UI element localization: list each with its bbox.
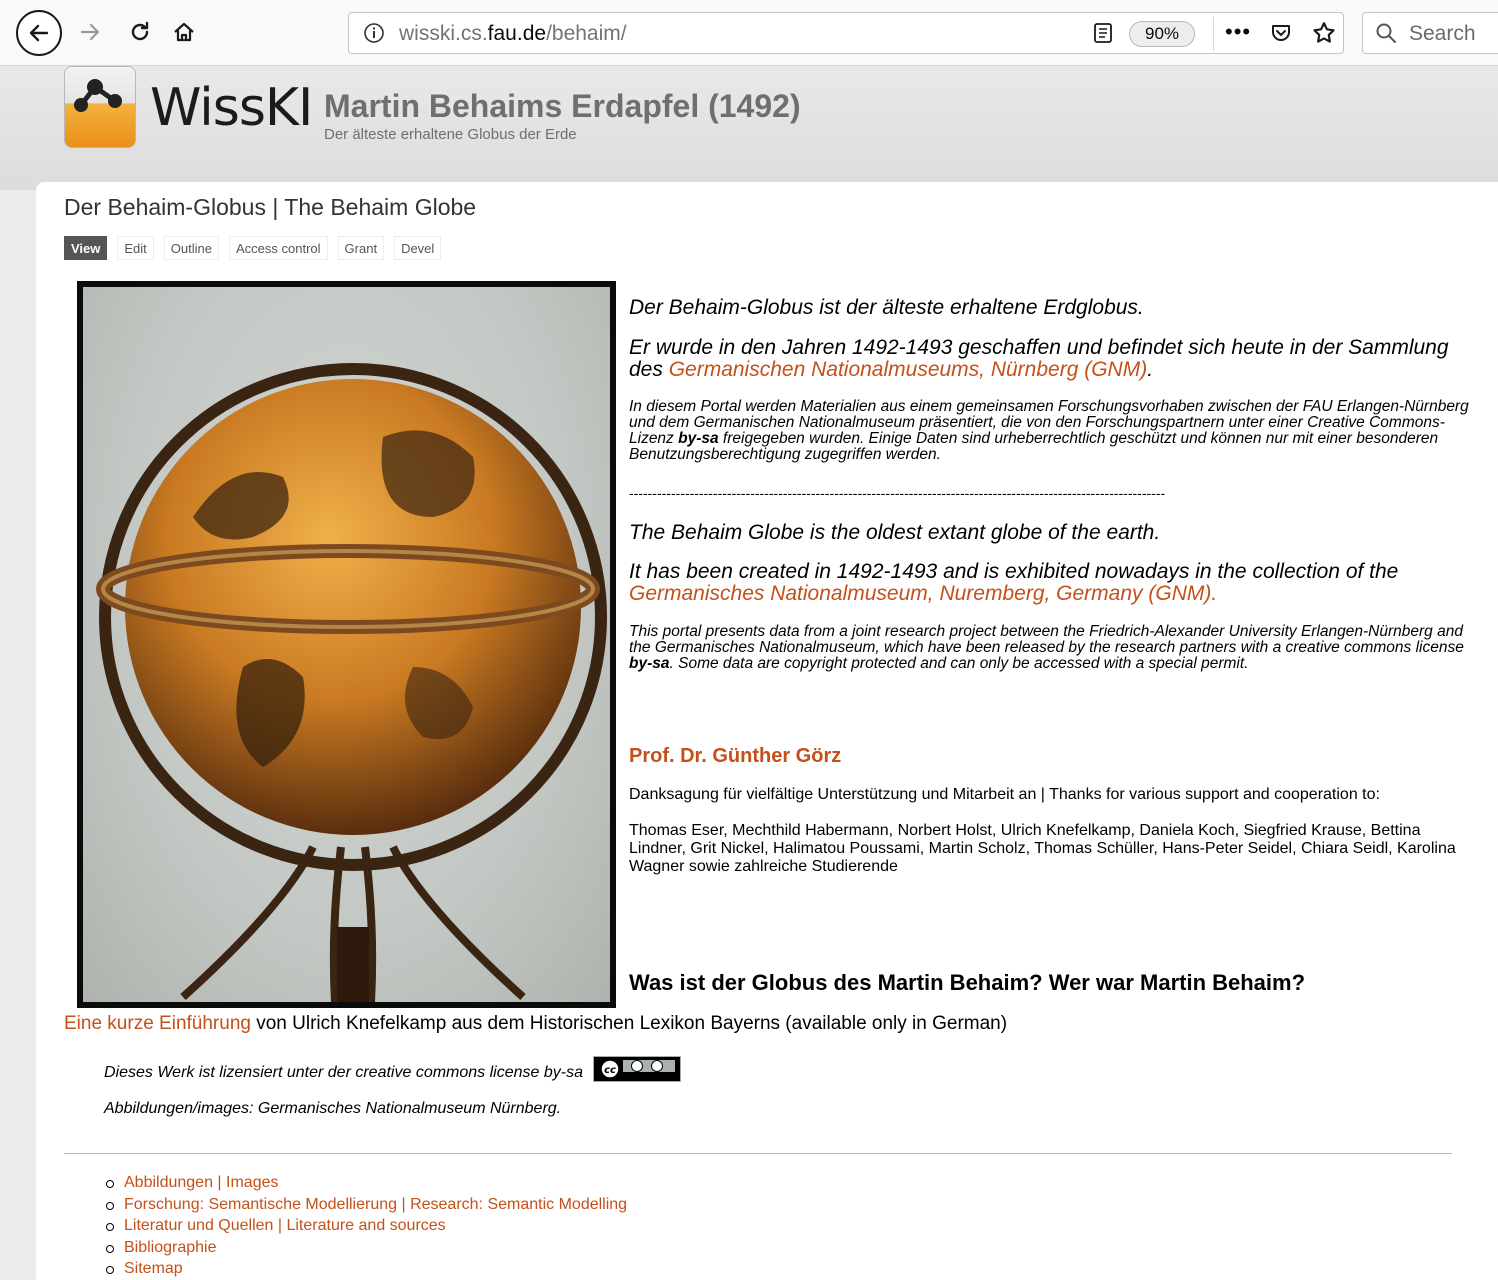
- wisski-logo-icon[interactable]: [64, 66, 136, 148]
- footer-divider: [64, 1153, 1452, 1154]
- license-notice: Dieses Werk ist lizensiert unter der cre…: [104, 1056, 681, 1082]
- url-bar[interactable]: wisski.cs.fau.de/behaim/ 90% •••: [348, 12, 1344, 54]
- link-sitemap[interactable]: Sitemap: [124, 1260, 183, 1277]
- bookmark-star-icon[interactable]: [1311, 20, 1337, 51]
- url-text[interactable]: wisski.cs.fau.de/behaim/: [399, 22, 627, 46]
- behaim-globe-image: [77, 281, 616, 1008]
- search-placeholder: Search: [1409, 22, 1476, 45]
- intro-en-headline: The Behaim Globe is the oldest extant gl…: [629, 521, 1161, 544]
- intro-de-collection: Er wurde in den Jahren 1492-1493 geschaf…: [629, 336, 1449, 381]
- left-gutter: [0, 190, 40, 230]
- tab-grant[interactable]: Grant: [337, 236, 385, 260]
- list-item: Literatur und Quellen | Literature and s…: [104, 1215, 627, 1237]
- intro-en-portal: This portal presents data from a joint r…: [629, 623, 1464, 672]
- page-actions-icon[interactable]: •••: [1225, 19, 1251, 45]
- tab-edit[interactable]: Edit: [117, 236, 154, 260]
- logo-text[interactable]: WissKI: [150, 78, 313, 138]
- footer-link-list: Abbildungen | Images Forschung: Semantis…: [104, 1172, 627, 1280]
- home-icon: [174, 22, 194, 42]
- list-item: Sitemap: [104, 1258, 627, 1280]
- svg-text:cc: cc: [604, 1065, 616, 1076]
- site-slogan: Der älteste erhaltene Globus der Erde: [324, 126, 577, 143]
- question-heading: Was ist der Globus des Martin Behaim? We…: [629, 970, 1306, 995]
- images-credit: Abbildungen/images: Germanisches Nationa…: [104, 1100, 562, 1117]
- tab-devel[interactable]: Devel: [394, 236, 442, 260]
- intro-de-headline: Der Behaim-Globus ist der älteste erhalt…: [629, 296, 1144, 319]
- page-title: Der Behaim-Globus | The Behaim Globe: [64, 194, 477, 220]
- link-bibliography[interactable]: Bibliographie: [124, 1239, 217, 1256]
- list-item: Abbildungen | Images: [104, 1172, 627, 1194]
- zoom-indicator[interactable]: 90%: [1129, 21, 1195, 47]
- reload-button[interactable]: [122, 14, 158, 50]
- forward-button[interactable]: [72, 14, 108, 50]
- author-name[interactable]: Prof. Dr. Günther Görz: [629, 745, 1469, 768]
- reader-view-icon[interactable]: [1093, 22, 1113, 49]
- link-images[interactable]: Abbildungen | Images: [124, 1174, 278, 1191]
- search-input[interactable]: Search: [1362, 12, 1498, 54]
- intro-line: Eine kurze Einführung von Ulrich Knefelk…: [64, 1013, 1008, 1034]
- reload-icon: [131, 21, 149, 41]
- site-name[interactable]: Martin Behaims Erdapfel (1492): [324, 88, 801, 125]
- thanks-label: Danksagung für vielfältige Unterstützung…: [629, 786, 1380, 803]
- text-divider: ----------------------------------------…: [629, 485, 1166, 501]
- home-button[interactable]: [166, 14, 202, 50]
- gnm-link-en[interactable]: Germanisches Nationalmuseum, Nuremberg, …: [629, 582, 1217, 605]
- arrow-left-icon: [29, 24, 49, 42]
- search-icon: [1375, 22, 1397, 49]
- back-button[interactable]: [16, 10, 62, 56]
- info-icon[interactable]: [363, 22, 385, 49]
- link-research[interactable]: Forschung: Semantische Modellierung | Re…: [124, 1196, 627, 1213]
- license-text: Dieses Werk ist lizensiert unter der cre…: [104, 1064, 583, 1081]
- local-tasks: View Edit Outline Access control Grant D…: [64, 236, 442, 260]
- arrow-right-icon: [80, 23, 100, 41]
- intro-en-collection: It has been created in 1492-1493 and is …: [629, 560, 1399, 605]
- intro-de-portal: In diesem Portal werden Materialien aus …: [629, 398, 1469, 463]
- gnm-link-de[interactable]: Germanischen Nationalmuseums, Nürnberg (…: [669, 358, 1148, 381]
- pocket-icon[interactable]: [1269, 21, 1293, 50]
- tab-view[interactable]: View: [64, 236, 108, 260]
- browser-toolbar: wisski.cs.fau.de/behaim/ 90% ••• Search: [0, 0, 1498, 66]
- list-item: Forschung: Semantische Modellierung | Re…: [104, 1194, 627, 1216]
- intro-link[interactable]: Eine kurze Einführung: [64, 1013, 251, 1034]
- cc-by-sa-badge-icon[interactable]: cc: [592, 1056, 681, 1082]
- url-separator: [1213, 17, 1214, 51]
- tab-access-control[interactable]: Access control: [229, 236, 328, 260]
- site-header: WissKI Martin Behaims Erdapfel (1492) De…: [0, 66, 1498, 190]
- thanks-names: Thomas Eser, Mechthild Habermann, Norber…: [629, 822, 1456, 875]
- list-item: Bibliographie: [104, 1237, 627, 1259]
- link-literature[interactable]: Literatur und Quellen | Literature and s…: [124, 1217, 446, 1234]
- tab-outline[interactable]: Outline: [163, 236, 219, 260]
